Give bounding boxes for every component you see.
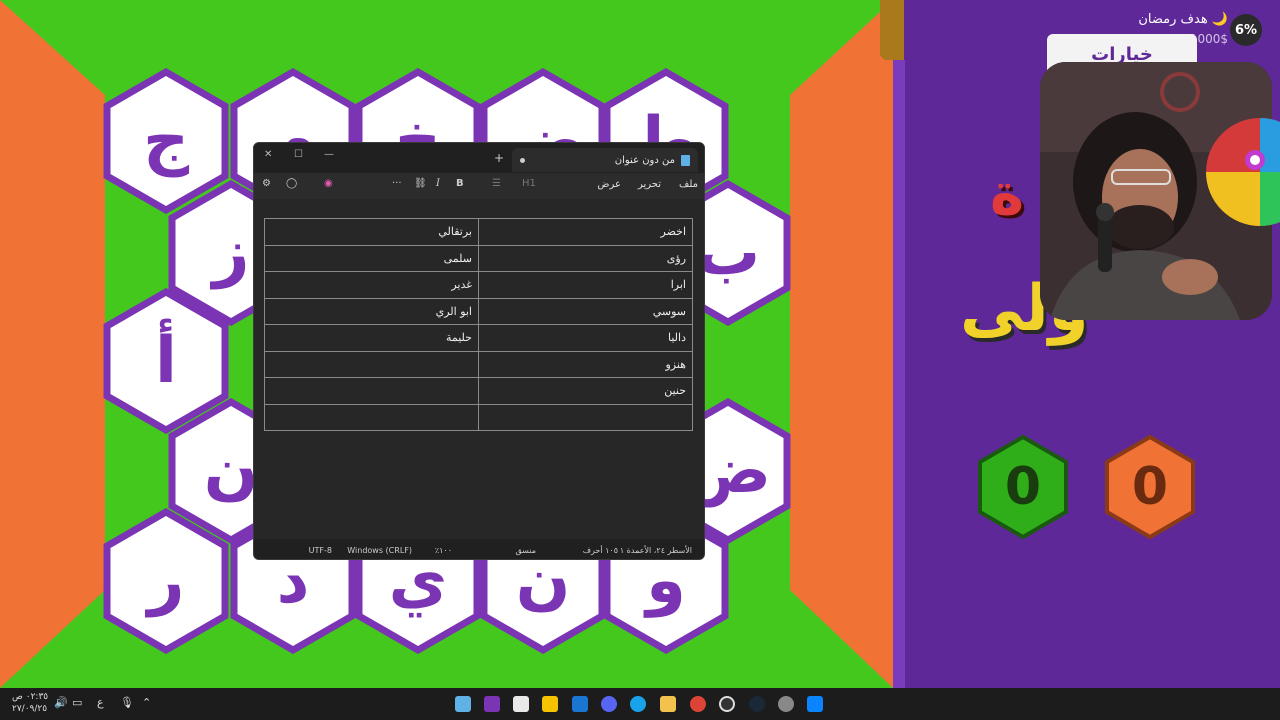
heading-button[interactable]: H1 [522,178,536,189]
tab-title: من دون عنوان [614,154,675,166]
clock[interactable]: ٠٢:٣٥ ص ٢٧/٠٩/٢٥ [12,691,48,715]
score-green: 0 [976,434,1070,540]
side-letter: ة [990,160,1025,228]
maximize-button[interactable]: ☐ [294,149,303,160]
italic-button[interactable]: I [436,178,440,189]
table-cell[interactable]: اخضر [478,218,693,246]
network-icon[interactable]: ▭ [72,696,82,709]
bold-button[interactable]: B [456,178,464,189]
start-button[interactable] [807,696,823,712]
settings-taskbar-icon[interactable] [778,696,794,712]
clock-time: ٠٢:٣٥ ص [12,692,49,702]
unsaved-dot-icon [520,157,525,163]
status-bar: الأسطر ٢٤، الأعمدة ١ ١٠٥ أحرف منسق ١٠٠٪ … [254,541,704,559]
table-cell[interactable]: داليا [478,324,693,352]
cursor-position: الأسطر ٢٤، الأعمدة ١ [619,546,692,555]
notepad-titlebar: من دون عنوان + ✕ ☐ — [254,143,704,173]
table-cell[interactable]: حليمة [264,324,479,352]
prize-wheel [1200,110,1280,250]
obs-taskbar-icon[interactable] [719,696,735,712]
minimize-button[interactable]: — [324,149,334,160]
table-cell[interactable]: ابرا [478,271,693,299]
chrome-taskbar-icon[interactable] [690,696,706,712]
table-cell[interactable] [478,403,693,431]
table-cell[interactable] [264,350,479,378]
menu-view[interactable]: عرض [597,179,621,190]
store-taskbar-icon[interactable] [513,696,529,712]
tile-letter: ر [147,544,185,618]
goal-title: هدف رمضان 🌙 [1138,12,1228,27]
goal-progress-bar [880,0,904,60]
table-row: ابرا غدير [264,271,693,299]
text-table: اخضر برتقالي رؤى سلمى ابرا غدير سوسي ابو الر… [264,218,693,431]
settings-gear-icon[interactable]: ⚙ [262,178,271,189]
char-count: ١٠٥ أحرف [582,546,618,555]
score-green-value: 0 [1004,457,1042,517]
more-button[interactable]: ··· [392,178,402,189]
table-cell[interactable] [264,377,479,405]
microphone-icon[interactable]: 🎙 [120,696,134,709]
notepad-window: من دون عنوان + ✕ ☐ — ملف تحرير عرض H1 ☰ … [253,142,705,560]
menu-file[interactable]: ملف [679,179,698,190]
table-cell[interactable]: ابو الري [264,297,479,325]
table-cell[interactable] [264,403,479,431]
file-explorer-taskbar-icon[interactable] [660,696,676,712]
document-area[interactable]: اخضر برتقالي رؤى سلمى ابرا غدير سوسي ابو الر… [254,199,704,539]
notepad-icon [681,154,690,166]
notepad-taskbar-icon[interactable] [455,696,471,712]
chevron-up-icon[interactable]: ⌃ [142,696,151,709]
volume-icon[interactable]: 🔊 [54,696,68,709]
side-strip [893,0,905,688]
table-cell[interactable]: برتقالي [264,218,479,246]
menu-edit[interactable]: تحرير [638,179,661,190]
table-row [264,403,693,431]
screen: ج م خ ض ط ز ب أ ن ض ر د ي ن و هدف رمضان … [0,0,1280,720]
table-row: هنزو [264,350,693,378]
table-row: سوسي ابو الري [264,297,693,325]
close-window-button[interactable]: ✕ [264,149,272,160]
line-ending[interactable]: Windows (CRLF) [347,546,412,555]
input-language[interactable]: ع [97,696,104,709]
encoding[interactable]: UTF-8 [309,546,332,555]
table-cell[interactable]: غدير [264,271,479,299]
hex-tile[interactable]: ر [103,508,229,654]
goal-percent: 6% [1230,14,1262,46]
table-cell[interactable]: هنزو [478,350,693,378]
table-row: حنين [264,377,693,405]
menu-bar: ملف تحرير عرض H1 ☰ B I ⛓ ··· ◉ ◯ ⚙ [254,173,704,199]
rockstar-taskbar-icon[interactable] [542,696,558,712]
table-row: رؤى سلمى [264,244,693,272]
copilot-icon[interactable]: ◉ [324,178,333,189]
game-taskbar-icon[interactable] [484,696,500,712]
score-orange: 0 [1103,434,1197,540]
account-icon[interactable]: ◯ [286,178,297,189]
zoom-level[interactable]: ١٠٠٪ [435,546,452,555]
table-cell[interactable]: سوسي [478,297,693,325]
clock-date: ٢٧/٠٩/٢٥ [12,704,48,714]
edge-taskbar-icon[interactable] [630,696,646,712]
list-icon[interactable]: ☰ [492,178,501,189]
taskbar: ٠٢:٣٥ ص ٢٧/٠٩/٢٥ 🔊 ▭ ع 🎙 ⌃ [0,688,1280,720]
table-cell[interactable]: حنين [478,377,693,405]
table-cell[interactable]: سلمى [264,244,479,272]
new-tab-button[interactable]: + [494,151,504,165]
table-row: داليا حليمة [264,324,693,352]
format-mode[interactable]: منسق [515,546,536,555]
table-cell[interactable]: رؤى [478,244,693,272]
steam-taskbar-icon[interactable] [749,696,765,712]
link-icon[interactable]: ⛓ [414,178,427,189]
app-taskbar-icon[interactable] [572,696,588,712]
discord-taskbar-icon[interactable] [601,696,617,712]
tab-untitled[interactable]: من دون عنوان [512,148,698,172]
table-row: اخضر برتقالي [264,218,693,246]
score-orange-value: 0 [1131,457,1169,517]
